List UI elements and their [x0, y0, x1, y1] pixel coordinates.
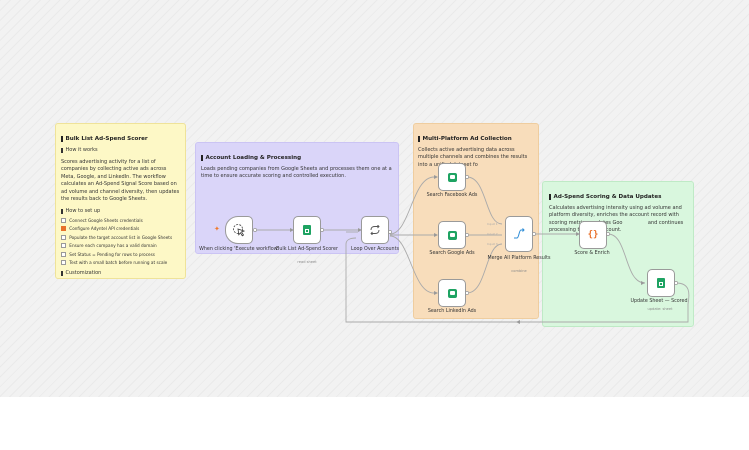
merge-input-label: Input 3	[487, 242, 498, 246]
connections-layer	[253, 175, 690, 324]
adyntel-icon	[447, 288, 457, 298]
node-label: Loop Over Accounts	[351, 247, 399, 252]
google-sheets-icon	[303, 225, 311, 235]
node-label: Search Facebook Ads	[426, 193, 478, 198]
merge-icon	[514, 228, 525, 239]
node-subtitle: combine	[511, 269, 527, 273]
adyntel-icon	[447, 172, 457, 182]
node-search-google-ads[interactable]	[438, 221, 466, 249]
google-sheets-icon	[657, 278, 665, 288]
node-manual-trigger[interactable]	[225, 216, 253, 244]
node-search-facebook-ads[interactable]	[438, 163, 466, 191]
adyntel-icon	[447, 230, 457, 240]
node-label: Update Sheet — Scored	[630, 299, 688, 304]
node-label: Search LinkedIn Ads	[427, 309, 477, 314]
node-google-sheets-load[interactable]	[293, 216, 321, 244]
connection-loop-to-linkedin	[389, 235, 435, 294]
node-label: Score & Enrich	[574, 251, 610, 256]
connection-facebook-to-merge	[466, 176, 503, 225]
connection-score-to-update	[607, 233, 646, 284]
node-loop-over-accounts[interactable]	[361, 216, 389, 244]
node-search-linkedin-ads[interactable]	[438, 279, 466, 307]
merge-input-label: Input 1	[487, 222, 498, 226]
code-braces-icon: {}	[587, 229, 599, 240]
node-label: Merge All Platform Results	[487, 256, 551, 261]
output-handle	[253, 228, 257, 232]
connection-loop-to-facebook	[389, 176, 435, 235]
workflow-canvas[interactable]: Bulk List Ad-Spend Scorer How it works S…	[0, 0, 749, 397]
node-subtitle: read sheet	[297, 260, 317, 264]
merge-input-label: Input 2	[487, 232, 498, 236]
node-merge-results[interactable]	[505, 216, 533, 252]
arrow-head	[516, 320, 520, 324]
cursor-click-icon	[233, 224, 246, 237]
trigger-bolt-icon: ✦	[214, 225, 220, 233]
node-score-enrich[interactable]: {}	[579, 221, 607, 249]
node-subtitle: update: sheet	[647, 307, 673, 311]
arrow-head	[641, 281, 645, 285]
node-update-sheet[interactable]	[647, 269, 675, 297]
loop-icon	[370, 225, 380, 235]
